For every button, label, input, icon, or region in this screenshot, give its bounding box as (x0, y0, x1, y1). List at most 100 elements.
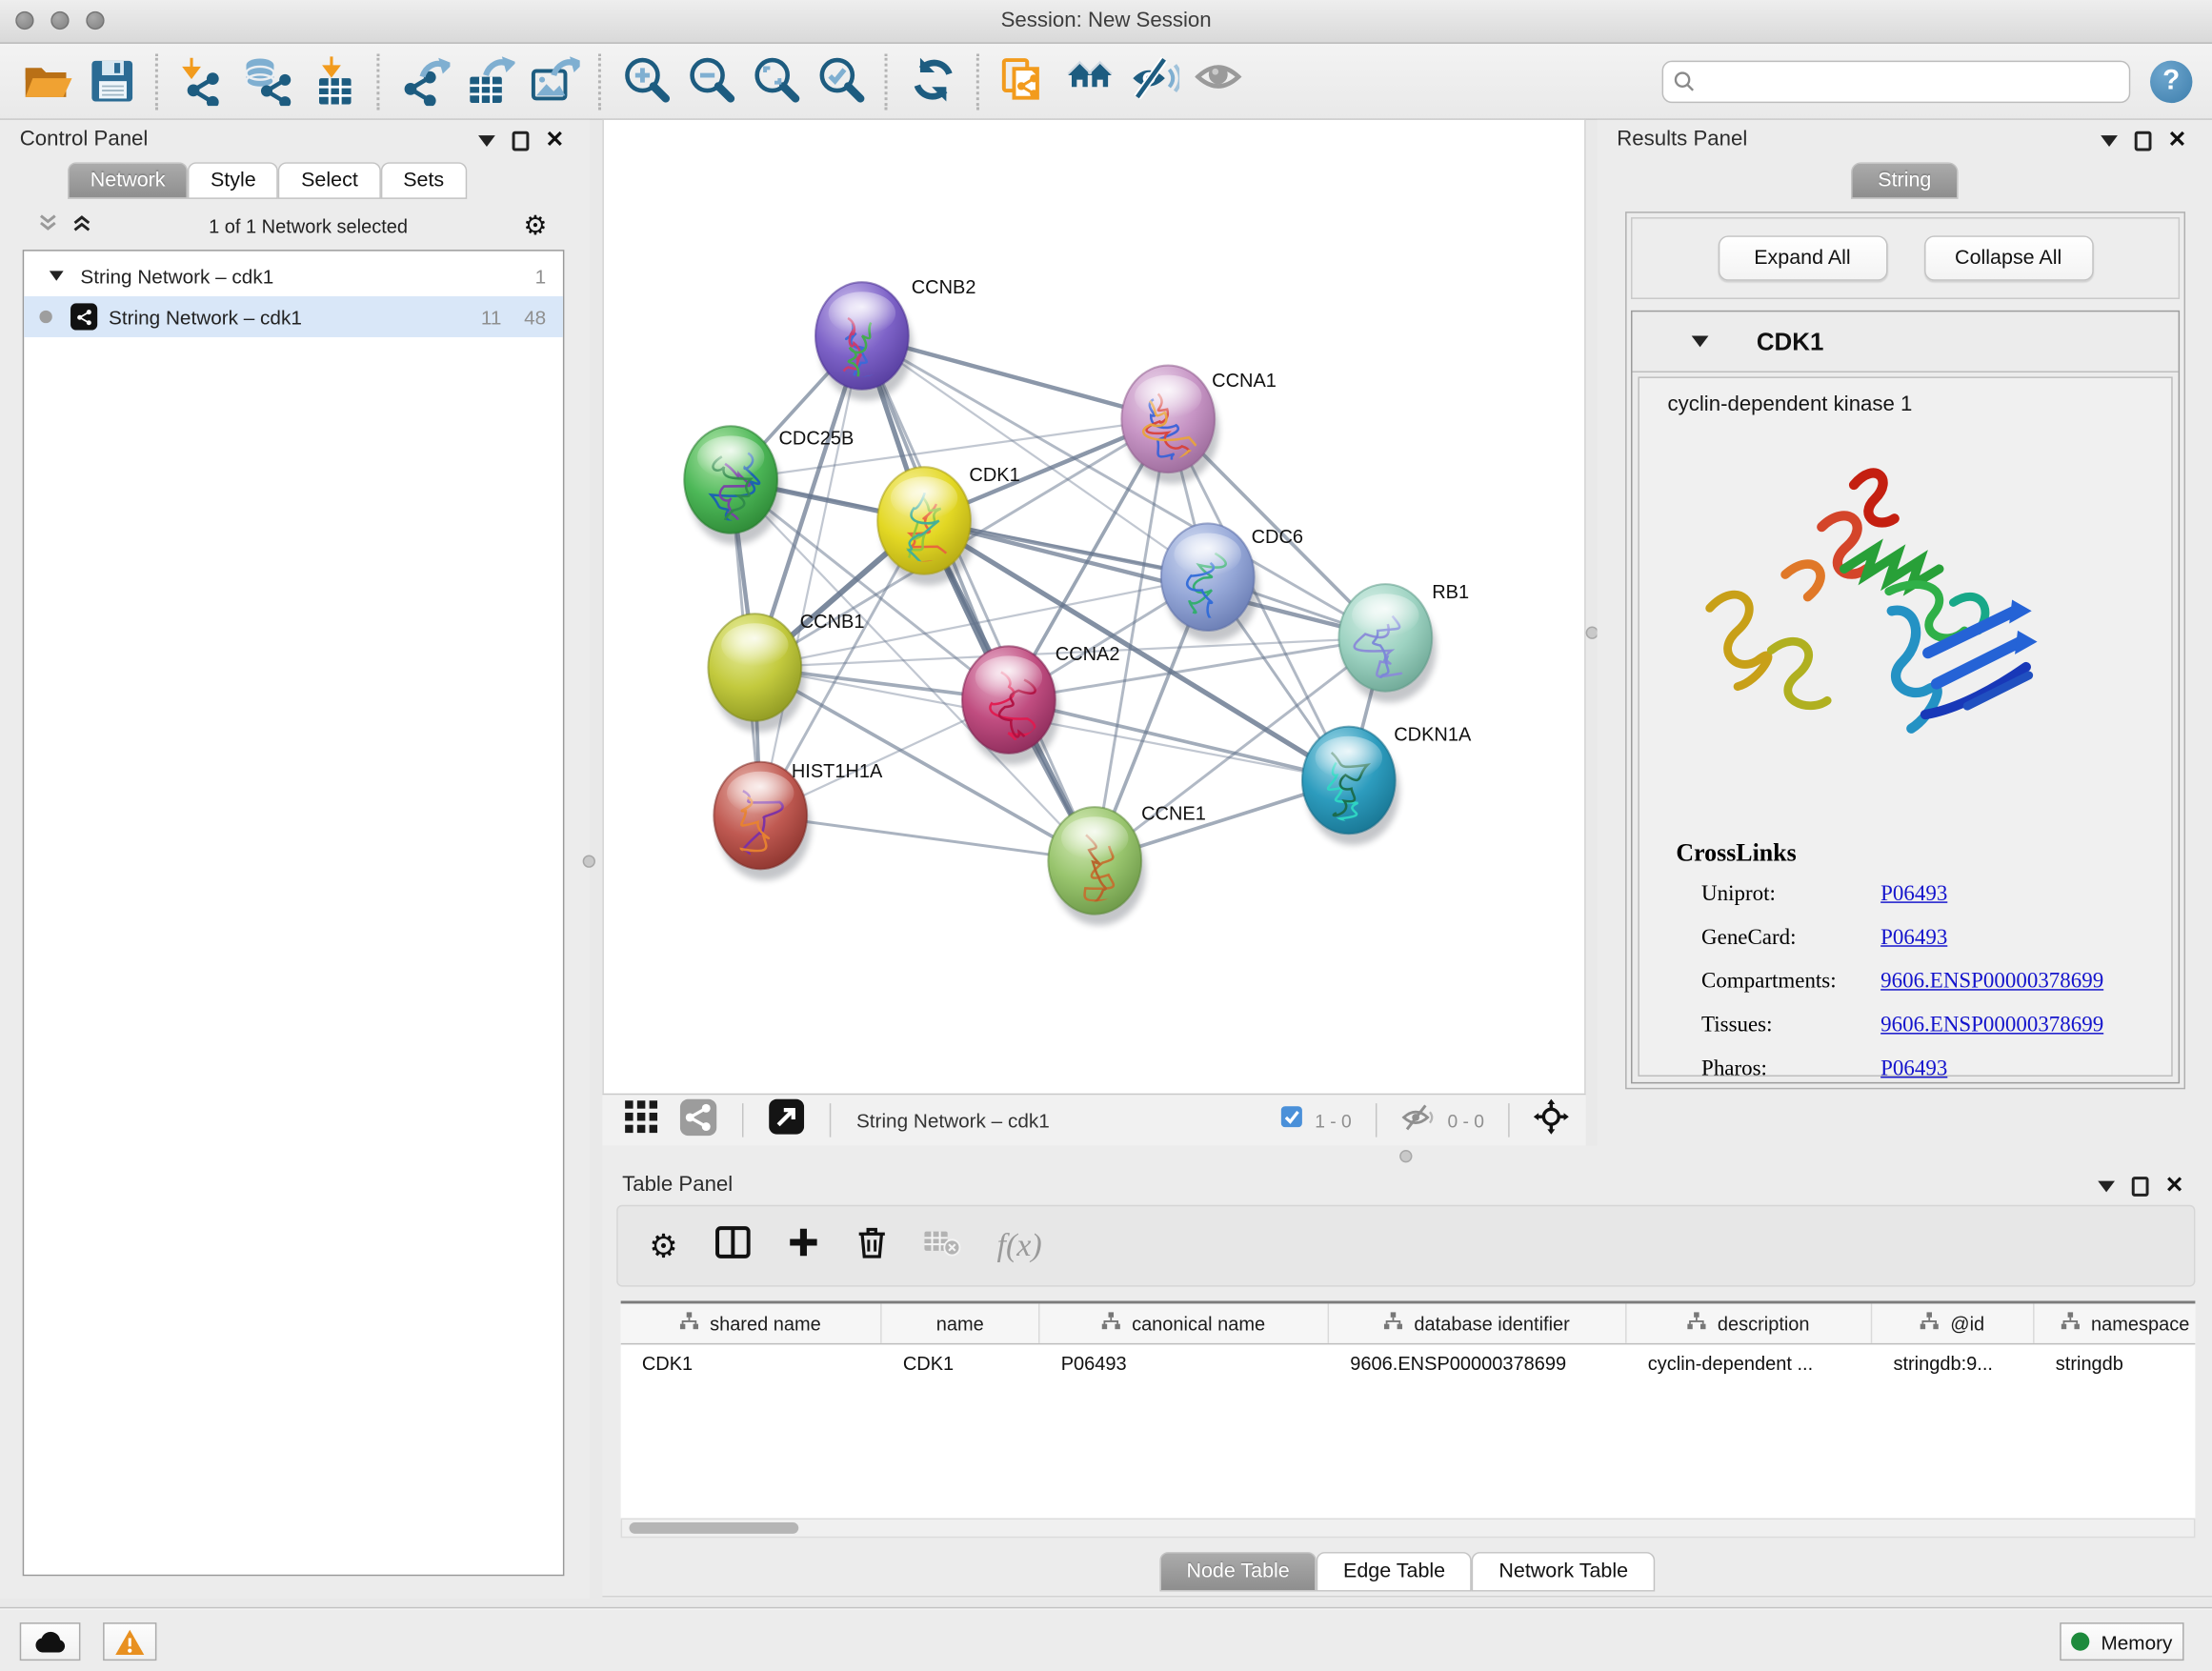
network-graph[interactable]: CCNB2CCNA1CDC25BCDK1CDC6RB1CCNB1CCNA2CDK… (604, 120, 1584, 1094)
zoom-fit-button[interactable] (743, 49, 808, 113)
column-header-description[interactable]: description (1627, 1303, 1873, 1342)
table-panel-menu-icon[interactable] (2098, 1181, 2115, 1193)
collapse-all-button[interactable]: Collapse All (1923, 235, 2093, 280)
birds-eye-view-icon[interactable] (1534, 1099, 1569, 1141)
node-CCNA2[interactable] (962, 646, 1059, 764)
zoom-selected-button[interactable] (809, 49, 874, 113)
collection-label: String Network – cdk1 (80, 265, 273, 288)
tab-network-table[interactable]: Network Table (1472, 1552, 1655, 1591)
tab-sets[interactable]: Sets (380, 162, 466, 199)
refresh-view-button[interactable] (900, 49, 965, 113)
control-panel-menu-icon[interactable] (477, 135, 494, 147)
node-RB1[interactable] (1338, 584, 1436, 702)
network-view-icon[interactable] (680, 1098, 717, 1142)
import-table-from-file-button[interactable] (300, 49, 365, 113)
crosslink-link[interactable]: 9606.ENSP00000378699 (1880, 1013, 2103, 1038)
edge-CCNB2-HIST1H1A[interactable] (760, 335, 862, 815)
new-network-from-selection-icon (999, 56, 1049, 106)
results-panel-close-icon[interactable]: ✕ (2168, 131, 2187, 151)
node-CDKN1A[interactable] (1302, 727, 1399, 845)
zoom-in-button[interactable] (613, 49, 678, 113)
selected-checkbox-icon[interactable] (1281, 1106, 1302, 1135)
tab-edge-table[interactable]: Edge Table (1317, 1552, 1472, 1591)
search-input[interactable] (1662, 60, 2131, 102)
results-panel-menu-icon[interactable] (2101, 135, 2118, 147)
node-label-CDK1: CDK1 (969, 465, 1019, 486)
table-options-gear-icon[interactable]: ⚙ (649, 1233, 678, 1259)
table-panel-close-icon[interactable]: ✕ (2165, 1177, 2184, 1197)
tab-network[interactable]: Network (68, 162, 188, 199)
save-session-button[interactable] (79, 49, 144, 113)
add-column-icon[interactable] (787, 1226, 819, 1265)
tab-string[interactable]: String (1851, 162, 1958, 199)
open-session-button[interactable] (14, 49, 79, 113)
hide-selected-button[interactable] (1121, 49, 1186, 113)
left-splitter-handle[interactable] (583, 855, 595, 867)
zoom-fit-icon (752, 56, 801, 106)
node-CCNB2[interactable] (815, 282, 913, 400)
network-row[interactable]: String Network – cdk1 11 48 (24, 296, 563, 337)
table-panel-float-icon[interactable] (2131, 1177, 2148, 1197)
cloud-status-button[interactable] (20, 1622, 81, 1661)
control-panel-float-icon[interactable] (512, 131, 529, 151)
results-panel-float-icon[interactable] (2134, 131, 2151, 151)
memory-button[interactable]: Memory (2060, 1622, 2183, 1661)
export-image-icon (530, 56, 579, 106)
gene-section-header[interactable]: CDK1 (1632, 312, 2178, 372)
tab-style[interactable]: Style (188, 162, 278, 199)
collapse-all-networks-icon[interactable] (37, 211, 60, 240)
tab-select[interactable]: Select (278, 162, 380, 199)
warnings-button[interactable] (103, 1622, 156, 1661)
node-table[interactable]: shared namenamecanonical namedatabase id… (621, 1300, 2196, 1520)
column-header-name[interactable]: name (882, 1303, 1040, 1342)
node-CDC25B[interactable] (684, 426, 781, 544)
column-header--id[interactable]: @id (1872, 1303, 2034, 1342)
column-header-database-identifier[interactable]: database identifier (1329, 1303, 1626, 1342)
new-network-from-selection-button[interactable] (992, 49, 1056, 113)
edge-CCNA2-CDKN1A[interactable] (1009, 700, 1349, 780)
tab-node-table[interactable]: Node Table (1159, 1552, 1317, 1591)
network-options-gear-icon[interactable]: ⚙ (523, 212, 547, 239)
import-network-from-database-button[interactable] (235, 49, 300, 113)
import-network-from-file-button[interactable] (171, 49, 235, 113)
crosslink-link[interactable]: P06493 (1880, 882, 1947, 908)
expand-all-button[interactable]: Expand All (1718, 235, 1887, 280)
detach-view-icon[interactable] (769, 1099, 804, 1141)
delete-column-icon[interactable] (855, 1225, 887, 1266)
edge-CCNB2-CCNE1[interactable] (862, 335, 1095, 860)
table-horizontal-scrollbar[interactable] (621, 1519, 2196, 1539)
export-image-button[interactable] (522, 49, 587, 113)
control-panel-close-icon[interactable]: ✕ (546, 131, 565, 151)
column-header-canonical-name[interactable]: canonical name (1039, 1303, 1329, 1342)
expand-all-networks-icon[interactable] (70, 211, 93, 240)
show-all-button[interactable] (1187, 49, 1252, 113)
first-neighbors-button[interactable] (1056, 49, 1121, 113)
gene-section-expander-icon[interactable] (1692, 335, 1709, 347)
network-selection-bar: 1 of 1 Network selected ⚙ (23, 205, 565, 247)
selected-count: 1 - 0 (1315, 1110, 1352, 1131)
zoom-out-button[interactable] (678, 49, 743, 113)
export-table-button[interactable] (457, 49, 522, 113)
column-type-icon (1920, 1312, 1939, 1335)
column-header-namespace[interactable]: namespace (2035, 1303, 2196, 1342)
crosslink-link[interactable]: P06493 (1880, 926, 1947, 952)
node-CCNE1[interactable] (1048, 807, 1145, 925)
node-CDK1[interactable] (877, 467, 975, 585)
network-collection-row[interactable]: String Network – cdk1 1 (24, 255, 563, 296)
node-CCNB1[interactable] (708, 614, 805, 732)
node-CCNA1[interactable] (1121, 366, 1218, 484)
table-scrollbar-thumb[interactable] (630, 1522, 799, 1534)
help-button[interactable]: ? (2150, 60, 2192, 102)
horizontal-splitter-handle[interactable] (1399, 1150, 1412, 1162)
table-row[interactable]: CDK1CDK1P064939606.ENSP00000378699cyclin… (621, 1344, 2196, 1382)
grid-view-icon[interactable] (625, 1100, 657, 1139)
crosslink-link[interactable]: 9606.ENSP00000378699 (1880, 969, 2103, 995)
column-header-shared-name[interactable]: shared name (621, 1303, 882, 1342)
node-CDC6[interactable] (1161, 523, 1258, 641)
title-bar: Session: New Session (0, 0, 2212, 44)
show-columns-icon[interactable] (714, 1226, 750, 1265)
crosslink-link[interactable]: P06493 (1880, 1057, 1947, 1082)
network-canvas[interactable]: CCNB2CCNA1CDC25BCDK1CDC6RB1CCNB1CCNA2CDK… (602, 120, 1585, 1094)
collection-expander-icon[interactable] (50, 271, 64, 280)
export-network-button[interactable] (392, 49, 457, 113)
